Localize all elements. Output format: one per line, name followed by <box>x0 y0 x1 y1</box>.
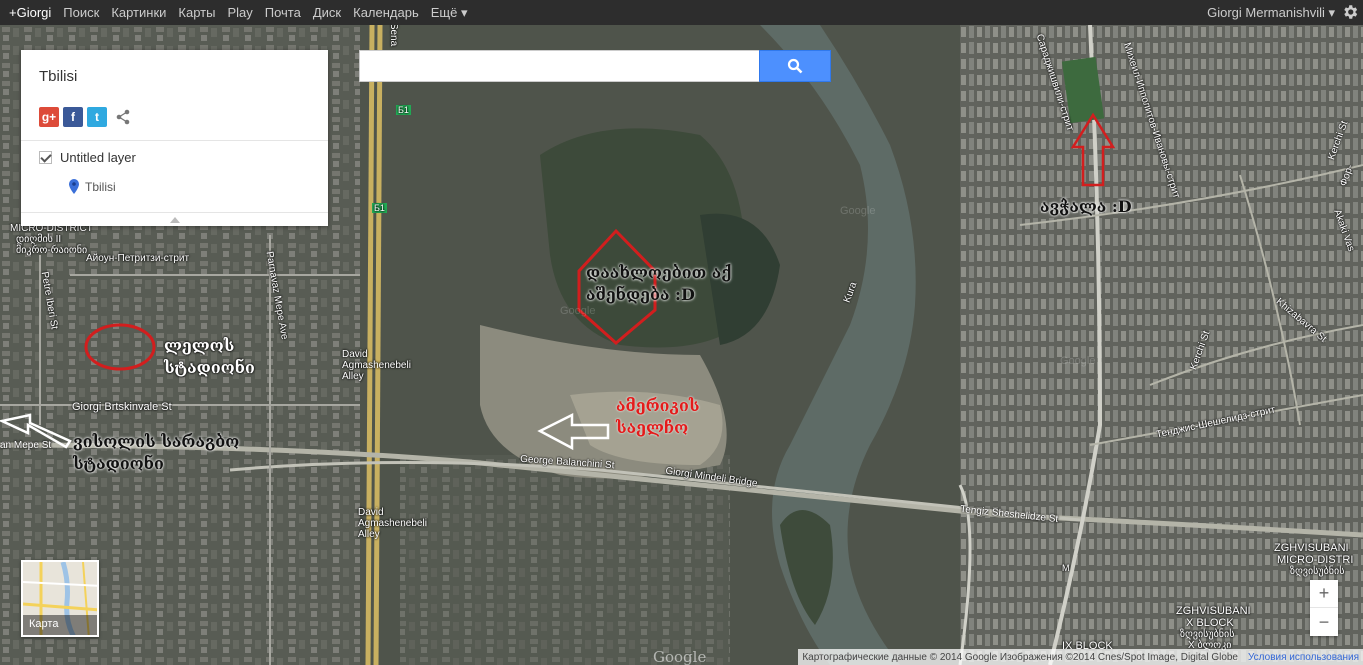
place-item[interactable]: Tbilisi <box>69 179 116 194</box>
search-input[interactable] <box>359 50 759 82</box>
map-title[interactable]: Tbilisi <box>39 68 77 85</box>
nav-play[interactable]: Play <box>222 5 259 21</box>
nav-maps[interactable]: Карты <box>173 5 222 21</box>
map-type-toggle[interactable]: Карта <box>21 560 99 637</box>
google-plus-icon[interactable]: g+ <box>39 107 59 127</box>
map-footer: Картографические данные © 2014 Google Из… <box>798 649 1363 665</box>
map-type-label: Карта <box>23 615 97 635</box>
nav-drive[interactable]: Диск <box>308 5 348 21</box>
district-label: X BLOCK <box>1186 617 1234 629</box>
annotation-rugby-stadium: ვისოლის სარაგბო სტადიონი <box>73 432 240 473</box>
nav-more[interactable]: Ещё ▾ <box>426 5 475 21</box>
street-label: an Mepe St <box>0 440 52 451</box>
terms-link[interactable]: Условия использования <box>1248 652 1359 663</box>
street-label: David Agmashenebeli Alley <box>358 507 427 540</box>
street-label: David Agmashenebeli Alley <box>342 349 411 382</box>
search-icon <box>787 58 803 74</box>
zoom-out-button[interactable]: − <box>1310 608 1338 636</box>
layer-row[interactable]: Untitled layer <box>39 150 136 165</box>
zoom-control: + − <box>1310 580 1338 636</box>
share-icon[interactable] <box>115 109 131 125</box>
nav-mail[interactable]: Почта <box>260 5 308 21</box>
route-shield: Б1 <box>396 105 411 115</box>
district-label: ZGHVISUBANI <box>1176 605 1251 617</box>
imagery-watermark: Google <box>840 205 876 217</box>
street-label: Giorgi Brtskinvale St <box>72 401 172 413</box>
district-label: MICRO-DISTRI <box>1277 554 1354 566</box>
layer-name[interactable]: Untitled layer <box>60 150 136 165</box>
zoom-in-button[interactable]: + <box>1310 580 1338 608</box>
district-label: ზღვისუბნის <box>1290 566 1345 577</box>
annotation-lelo-stadium: ლელოს სტადიონი <box>164 336 255 377</box>
map-pin-icon <box>69 179 79 194</box>
user-account-button[interactable]: Giorgi Mermanishvili ▾ <box>1207 5 1363 21</box>
district-label: ზღვისუბნის <box>1180 629 1235 640</box>
route-shield: Б1 <box>372 203 387 213</box>
annotation-avchala: ავჭალა :D <box>1040 197 1132 216</box>
facebook-icon[interactable]: f <box>63 107 83 127</box>
street-label: Айоун-Петритзи-стрит <box>86 253 190 264</box>
google-logo: Google <box>653 648 707 665</box>
district-label: დიღმის II <box>16 234 62 245</box>
annotation-us-embassy: ამერიკის საელჩო <box>616 396 700 437</box>
place-name: Tbilisi <box>85 179 116 194</box>
nav-calendar[interactable]: Календарь <box>348 5 426 21</box>
street-label: Sena <box>388 25 400 47</box>
attribution-text: Картографические данные © 2014 Google Из… <box>802 651 1238 663</box>
nav-gplus[interactable]: +Giorgi <box>4 5 58 21</box>
google-topbar: +Giorgi Поиск Картинки Карты Play Почта … <box>0 0 1363 25</box>
district-label: მიკრო-რაიონი <box>16 245 88 256</box>
my-maps-panel: Tbilisi g+ f t Untitled layer Tbilisi <box>21 50 328 226</box>
imagery-watermark: Google <box>560 305 596 317</box>
twitter-icon[interactable]: t <box>87 107 107 127</box>
topbar-nav: +Giorgi Поиск Картинки Карты Play Почта … <box>0 5 474 21</box>
search-button[interactable] <box>759 50 831 82</box>
layer-visibility-checkbox[interactable] <box>39 151 52 164</box>
collapse-panel-icon[interactable] <box>170 217 180 223</box>
district-label: ZGHVISUBANI <box>1274 542 1349 554</box>
share-bar: g+ f t <box>39 107 131 127</box>
annotation-hexagon-text: დაახლოებით აქ აშენდება :D <box>586 263 732 304</box>
nav-search[interactable]: Поиск <box>58 5 106 21</box>
imagery-watermark: Google <box>1060 355 1096 367</box>
gear-icon[interactable] <box>1341 3 1359 21</box>
metro-label: M <box>1062 563 1070 573</box>
nav-images[interactable]: Картинки <box>106 5 173 21</box>
